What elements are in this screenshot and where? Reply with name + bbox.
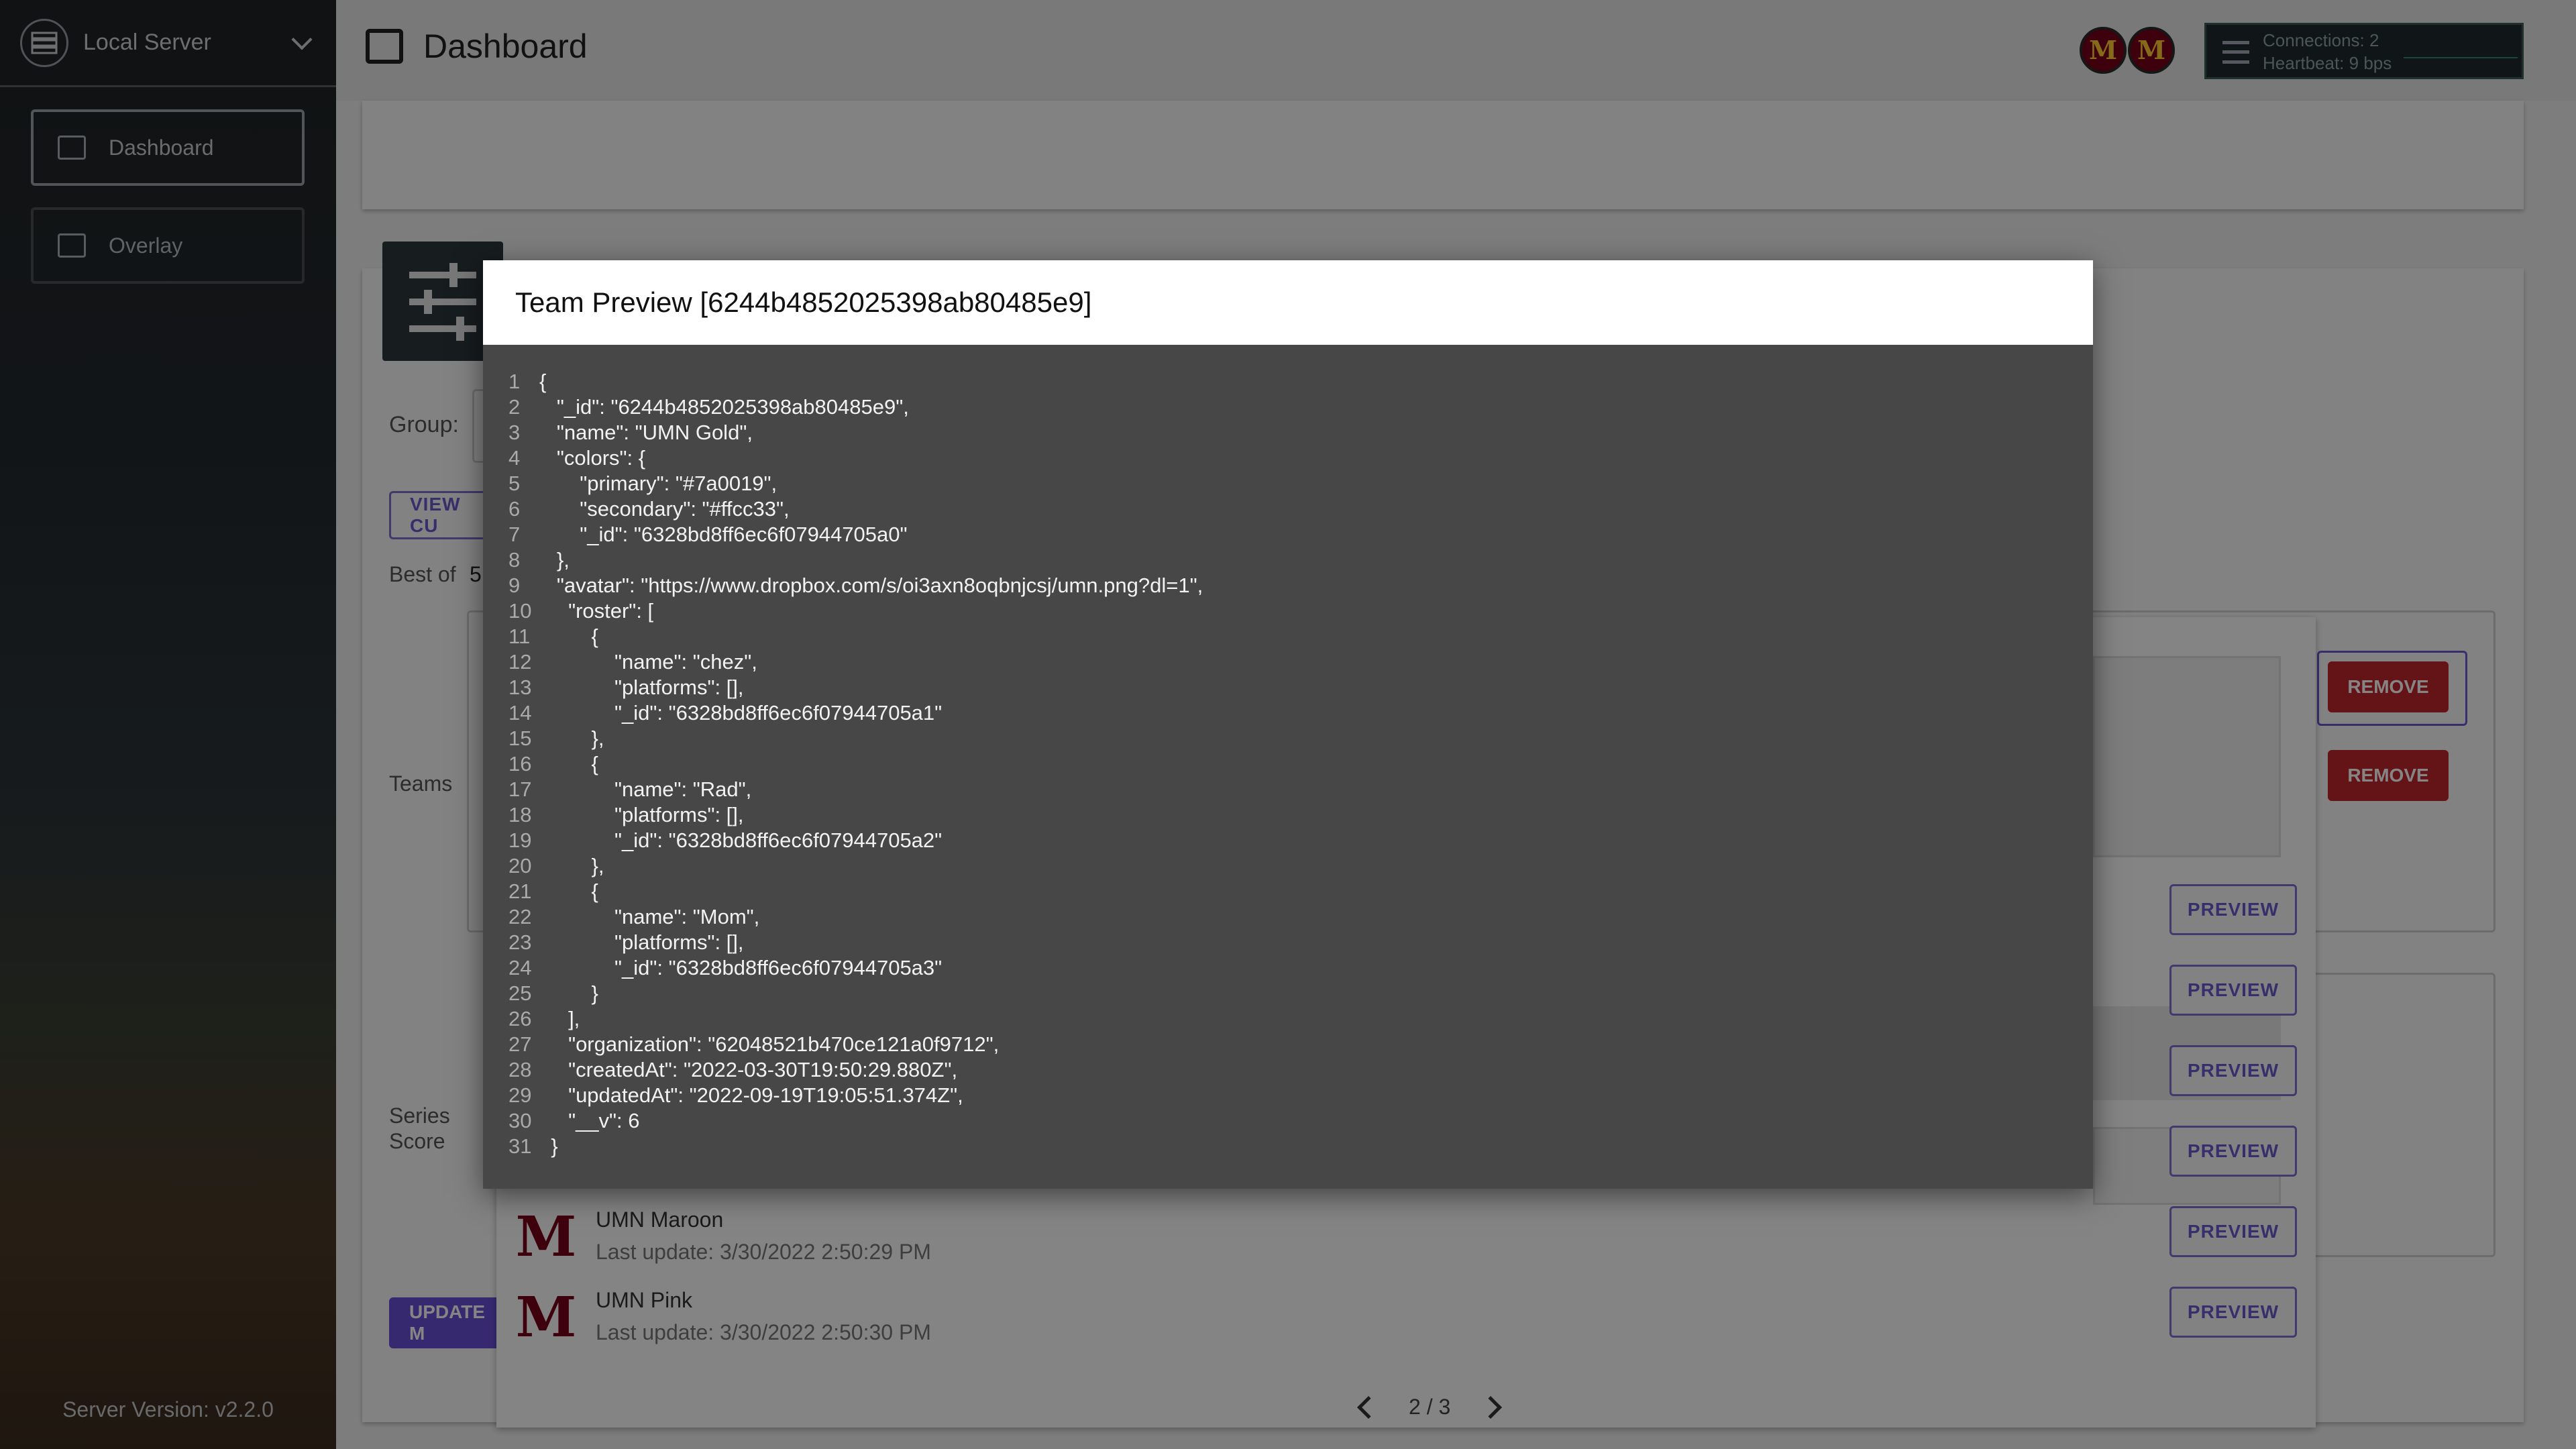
line-text: "_id": "6328bd8ff6ec6f07944705a0": [539, 523, 908, 546]
line-text: "__v": 6: [539, 1109, 640, 1132]
line-text: "platforms": [],: [539, 676, 744, 699]
dialog-header: Team Preview [6244b4852025398ab80485e9]: [483, 260, 2093, 345]
line-number: 21: [508, 879, 532, 903]
line-number: 31: [508, 1134, 532, 1158]
line-text: }: [539, 1134, 558, 1158]
line-number: 16: [508, 752, 532, 775]
code-line: 26 ],: [483, 1006, 2093, 1032]
code-line: 23 "platforms": [],: [483, 930, 2093, 955]
line-number: 13: [508, 676, 532, 699]
code-line: 6 "secondary": "#ffcc33",: [483, 496, 2093, 522]
line-number: 28: [508, 1058, 532, 1081]
line-text: "_id": "6328bd8ff6ec6f07944705a1": [539, 701, 943, 724]
line-text: "name": "chez",: [539, 650, 757, 674]
code-line: 28 "createdAt": "2022-03-30T19:50:29.880…: [483, 1057, 2093, 1083]
code-line: 31 }: [483, 1134, 2093, 1159]
line-text: "avatar": "https://www.dropbox.com/s/oi3…: [539, 574, 1203, 597]
line-text: "name": "UMN Gold",: [539, 421, 753, 444]
team-preview-dialog: Team Preview [6244b4852025398ab80485e9] …: [483, 260, 2093, 1189]
line-text: },: [539, 548, 570, 572]
line-text: "organization": "62048521b470ce121a0f971…: [539, 1032, 1000, 1056]
line-number: 27: [508, 1032, 532, 1056]
code-line: 7 "_id": "6328bd8ff6ec6f07944705a0": [483, 522, 2093, 547]
code-line: 11 {: [483, 624, 2093, 649]
line-number: 2: [508, 395, 521, 419]
code-line: 5 "primary": "#7a0019",: [483, 471, 2093, 496]
line-text: "roster": [: [539, 599, 654, 623]
line-text: {: [539, 625, 598, 648]
line-text: "secondary": "#ffcc33",: [539, 497, 790, 521]
line-number: 26: [508, 1007, 532, 1030]
line-text: "colors": {: [539, 446, 646, 470]
line-number: 1: [508, 370, 521, 393]
code-line: 10 "roster": [: [483, 598, 2093, 624]
code-line: 18 "platforms": [],: [483, 802, 2093, 828]
line-number: 8: [508, 548, 521, 572]
code-line: 25 }: [483, 981, 2093, 1006]
line-number: 23: [508, 930, 532, 954]
code-line: 15 },: [483, 726, 2093, 751]
line-text: {: [539, 752, 598, 775]
code-line: 14 "_id": "6328bd8ff6ec6f07944705a1": [483, 700, 2093, 726]
code-line: 30 "__v": 6: [483, 1108, 2093, 1134]
code-line: 29 "updatedAt": "2022-09-19T19:05:51.374…: [483, 1083, 2093, 1108]
line-number: 24: [508, 956, 532, 979]
dialog-title: Team Preview [6244b4852025398ab80485e9]: [515, 286, 1092, 318]
line-text: ],: [539, 1007, 580, 1030]
line-text: }: [539, 981, 598, 1005]
line-number: 22: [508, 905, 532, 928]
line-number: 7: [508, 523, 521, 546]
code-line: 16 {: [483, 751, 2093, 777]
code-line: 2 "_id": "6244b4852025398ab80485e9",: [483, 394, 2093, 420]
code-line: 13 "platforms": [],: [483, 675, 2093, 700]
line-number: 11: [508, 625, 531, 648]
line-number: 20: [508, 854, 532, 877]
code-line: 3 "name": "UMN Gold",: [483, 420, 2093, 445]
line-text: "platforms": [],: [539, 930, 744, 954]
line-number: 18: [508, 803, 532, 826]
line-number: 6: [508, 497, 521, 521]
code-line: 9 "avatar": "https://www.dropbox.com/s/o…: [483, 573, 2093, 598]
code-line: 4 "colors": {: [483, 445, 2093, 471]
line-number: 25: [508, 981, 532, 1005]
line-number: 4: [508, 446, 521, 470]
line-number: 19: [508, 828, 532, 852]
line-number: 9: [508, 574, 521, 597]
line-number: 14: [508, 701, 532, 724]
line-number: 3: [508, 421, 521, 444]
line-text: "updatedAt": "2022-09-19T19:05:51.374Z",: [539, 1083, 963, 1107]
line-text: },: [539, 854, 604, 877]
line-text: "name": "Mom",: [539, 905, 760, 928]
line-number: 29: [508, 1083, 532, 1107]
line-text: "createdAt": "2022-03-30T19:50:29.880Z",: [539, 1058, 958, 1081]
line-number: 5: [508, 472, 521, 495]
line-text: {: [539, 370, 547, 393]
line-number: 30: [508, 1109, 532, 1132]
line-text: "primary": "#7a0019",: [539, 472, 777, 495]
code-line: 12 "name": "chez",: [483, 649, 2093, 675]
line-text: "_id": "6328bd8ff6ec6f07944705a2": [539, 828, 943, 852]
json-viewer: 1{2 "_id": "6244b4852025398ab80485e9", 3 …: [483, 369, 2093, 1159]
code-line: 19 "_id": "6328bd8ff6ec6f07944705a2": [483, 828, 2093, 853]
line-text: "name": "Rad",: [539, 777, 752, 801]
code-line: 8 },: [483, 547, 2093, 573]
code-line: 20 },: [483, 853, 2093, 879]
line-number: 12: [508, 650, 532, 674]
code-line: 27 "organization": "62048521b470ce121a0f…: [483, 1032, 2093, 1057]
code-line: 22 "name": "Mom",: [483, 904, 2093, 930]
line-text: "platforms": [],: [539, 803, 744, 826]
line-number: 17: [508, 777, 532, 801]
line-number: 15: [508, 727, 532, 750]
code-line: 1{: [483, 369, 2093, 394]
code-line: 17 "name": "Rad",: [483, 777, 2093, 802]
line-text: },: [539, 727, 604, 750]
line-text: {: [539, 879, 598, 903]
code-line: 24 "_id": "6328bd8ff6ec6f07944705a3": [483, 955, 2093, 981]
code-line: 21 {: [483, 879, 2093, 904]
line-text: "_id": "6328bd8ff6ec6f07944705a3": [539, 956, 943, 979]
line-number: 10: [508, 599, 532, 623]
line-text: "_id": "6244b4852025398ab80485e9",: [539, 395, 909, 419]
